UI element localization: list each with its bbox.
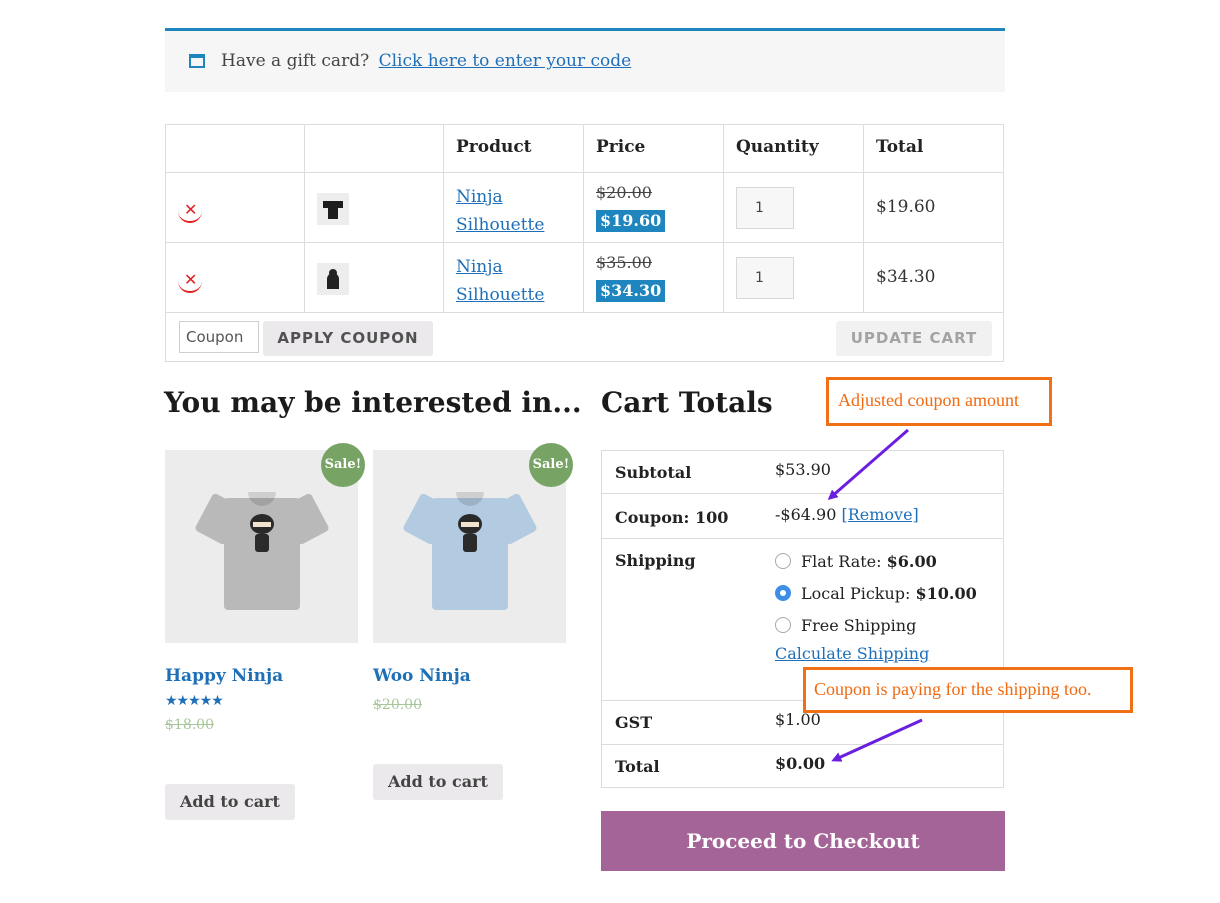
callout-coupon-shipping: Coupon is paying for the shipping too. (803, 667, 1133, 713)
hoodie-thumbnail[interactable] (317, 263, 349, 295)
coupon-value: -$64.90 (775, 505, 837, 524)
line-total: $19.60 (876, 197, 936, 217)
apply-coupon-button[interactable]: APPLY COUPON (263, 321, 433, 356)
total-row: Total $0.00 (602, 745, 1003, 788)
col-quantity: Quantity (736, 137, 819, 157)
remove-coupon-link[interactable]: [Remove] (841, 505, 918, 524)
line-total: $34.30 (876, 267, 936, 287)
original-price: $20.00 (596, 183, 652, 202)
shipping-label: Shipping (615, 551, 696, 570)
col-price: Price (596, 137, 646, 157)
t-shirt-image (194, 480, 330, 610)
sale-price: $19.60 (596, 210, 666, 232)
add-to-cart-button[interactable]: Add to cart (165, 784, 295, 820)
shipping-option-free[interactable]: Free Shipping (775, 616, 916, 635)
cart-row: ✕ Ninja Silhouette $35.00 $34.30 1 $34.30 (166, 243, 1003, 313)
coupon-row: Coupon: 100 -$64.90 [Remove] (602, 494, 1003, 539)
product-old-price: $18.00 (165, 717, 214, 733)
enter-code-link[interactable]: Click here to enter your code (379, 51, 632, 71)
sale-badge: Sale! (529, 443, 573, 487)
cart-header-row: Product Price Quantity Total (166, 125, 1003, 173)
proceed-to-checkout-button[interactable]: Proceed to Checkout (601, 811, 1005, 871)
cart-row: ✕ Ninja Silhouette $20.00 $19.60 1 $19.60 (166, 173, 1003, 243)
product-title[interactable]: Woo Ninja (373, 666, 471, 686)
total-label: Total (615, 757, 660, 776)
product-old-price: $20.00 (373, 697, 422, 713)
update-cart-button[interactable]: UPDATE CART (836, 321, 992, 356)
tax-label: GST (615, 713, 653, 732)
col-total: Total (876, 137, 924, 157)
gift-card-question: Have a gift card? (221, 51, 370, 71)
col-product: Product (456, 137, 532, 157)
total-value: $0.00 (775, 754, 826, 773)
callout-adjusted-coupon: Adjusted coupon amount (826, 377, 1052, 426)
shipping-option-flat-rate[interactable]: Flat Rate: $6.00 (775, 552, 937, 571)
calculate-shipping-link[interactable]: Calculate Shipping (775, 644, 929, 663)
remove-item-icon[interactable]: ✕ (178, 269, 202, 293)
t-shirt-image (402, 480, 538, 610)
sale-badge: Sale! (321, 443, 365, 487)
radio-button[interactable] (775, 616, 791, 633)
cart-table: Product Price Quantity Total ✕ Ninja Silh… (165, 124, 1004, 362)
coupon-label: Coupon: 100 (615, 508, 729, 527)
ninja-logo (246, 514, 278, 554)
related-heading: You may be interested in... (164, 386, 582, 419)
product-link[interactable]: Ninja (456, 187, 503, 207)
cart-totals-table: Subtotal $53.90 Coupon: 100 -$64.90 [Rem… (601, 450, 1004, 788)
quantity-input[interactable]: 1 (736, 187, 794, 229)
gift-card-icon (189, 54, 205, 68)
star-rating: ★★★★★ (165, 693, 224, 709)
gift-card-text: Have a gift card? Click here to enter yo… (221, 51, 631, 71)
cart-totals-heading: Cart Totals (601, 386, 773, 419)
sale-price: $34.30 (596, 280, 666, 302)
coupon-input[interactable]: Coupon (179, 321, 259, 353)
subtotal-value: $53.90 (775, 460, 831, 479)
remove-item-icon[interactable]: ✕ (178, 199, 202, 223)
shipping-option-local-pickup[interactable]: Local Pickup: $10.00 (775, 584, 977, 603)
product-link[interactable]: Silhouette (456, 215, 544, 235)
subtotal-label: Subtotal (615, 463, 692, 482)
gift-card-notice: Have a gift card? Click here to enter yo… (165, 28, 1005, 92)
add-to-cart-button[interactable]: Add to cart (373, 764, 503, 800)
cart-actions: Coupon APPLY COUPON UPDATE CART (166, 313, 1003, 362)
radio-button[interactable] (775, 552, 791, 569)
product-title[interactable]: Happy Ninja (165, 666, 283, 686)
ninja-logo (454, 514, 486, 554)
t-shirt-thumbnail[interactable] (317, 193, 349, 225)
subtotal-row: Subtotal $53.90 (602, 451, 1003, 494)
radio-button-selected[interactable] (775, 584, 791, 601)
original-price: $35.00 (596, 253, 652, 272)
quantity-input[interactable]: 1 (736, 257, 794, 299)
product-link[interactable]: Ninja (456, 257, 503, 277)
product-link[interactable]: Silhouette (456, 285, 544, 305)
